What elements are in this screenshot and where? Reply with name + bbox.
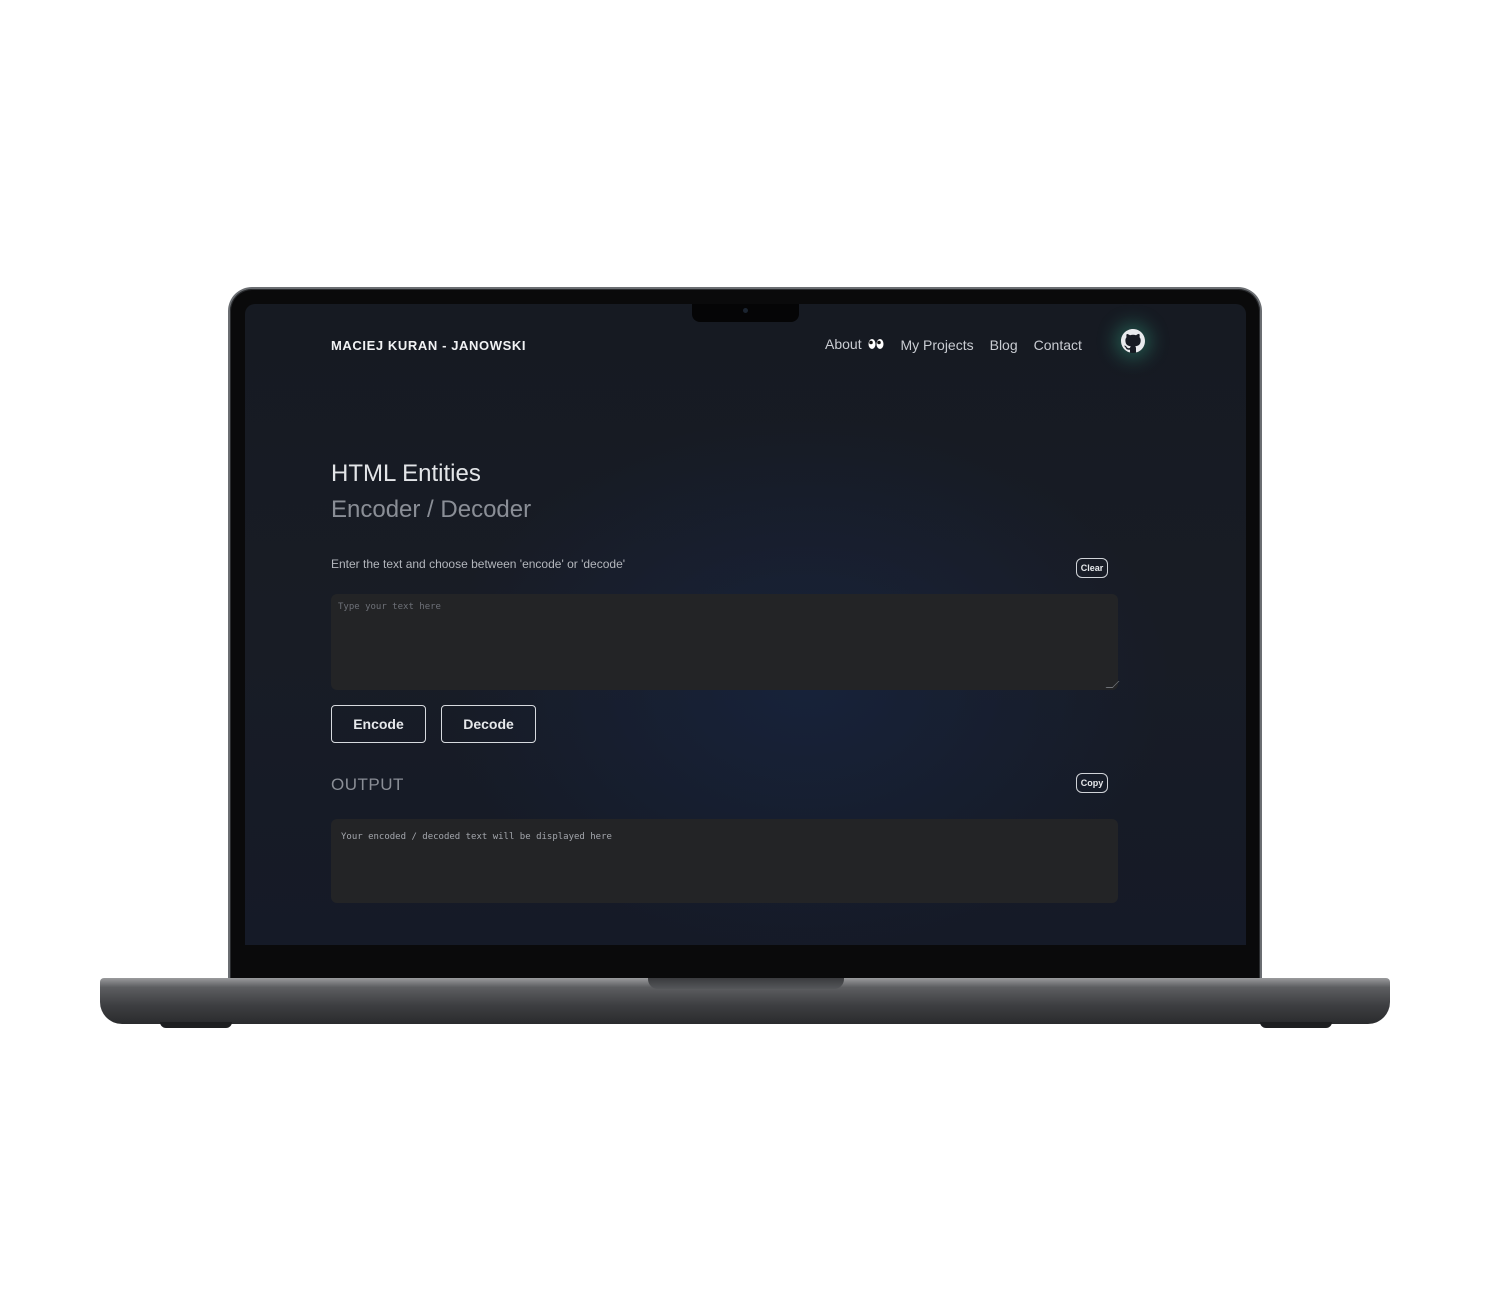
- laptop-opening-notch: [648, 978, 844, 989]
- text-input-placeholder: Type your text here: [338, 602, 441, 612]
- input-hint: Enter the text and choose between 'encod…: [331, 557, 626, 571]
- page-title: HTML Entities: [331, 460, 481, 487]
- device-mockup: MACIEJ KURAN - JANOWSKI About My Project…: [0, 0, 1500, 1300]
- laptop-foot-right: [1260, 1022, 1332, 1028]
- camera-notch: [692, 304, 799, 322]
- nav-item-blog[interactable]: Blog: [990, 337, 1018, 353]
- text-input[interactable]: Type your text here: [331, 594, 1120, 690]
- decode-button[interactable]: Decode: [441, 705, 536, 743]
- clear-button[interactable]: Clear: [1076, 558, 1108, 578]
- nav-item-about-label: About: [825, 336, 862, 352]
- nav-item-contact[interactable]: Contact: [1034, 337, 1082, 353]
- main-nav: About My Projects Blog Contact: [825, 336, 1098, 353]
- output-placeholder: Your encoded / decoded text will be disp…: [341, 832, 612, 842]
- output-field: Your encoded / decoded text will be disp…: [331, 819, 1118, 903]
- nav-item-my-projects[interactable]: My Projects: [900, 337, 973, 353]
- encode-button[interactable]: Encode: [331, 705, 426, 743]
- browser-screen: MACIEJ KURAN - JANOWSKI About My Project…: [245, 304, 1246, 945]
- site-brand[interactable]: MACIEJ KURAN - JANOWSKI: [331, 338, 526, 353]
- eyes-icon: [868, 337, 884, 353]
- camera-icon: [743, 308, 748, 313]
- page-subtitle: Encoder / Decoder: [331, 496, 532, 523]
- output-heading: OUTPUT: [331, 775, 404, 794]
- github-icon[interactable]: [1121, 329, 1145, 353]
- nav-item-about[interactable]: About: [825, 336, 884, 353]
- laptop-foot-left: [160, 1022, 232, 1028]
- bottom-bezel: [232, 945, 1258, 979]
- resize-handle-icon[interactable]: [1105, 681, 1120, 688]
- copy-button[interactable]: Copy: [1076, 773, 1108, 793]
